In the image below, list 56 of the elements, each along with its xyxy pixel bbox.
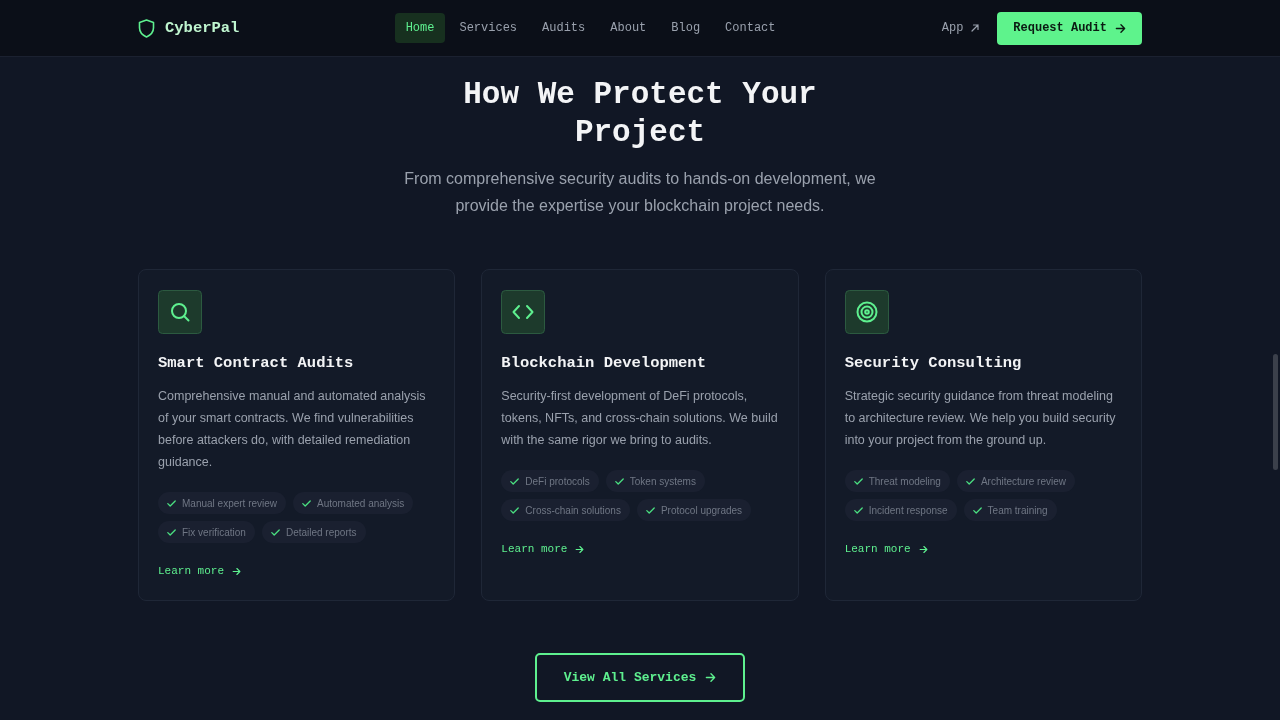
- section-title: How We Protect Your Project: [462, 76, 818, 152]
- check-icon: [167, 499, 176, 507]
- check-icon: [972, 506, 982, 514]
- check-icon: [853, 477, 863, 485]
- feature-label: Protocol upgrades: [660, 504, 743, 516]
- feature-label: Fix verification: [182, 526, 246, 538]
- nav-link[interactable]: Home: [394, 13, 446, 43]
- check-icon: [510, 506, 520, 514]
- request-audit-button[interactable]: Request Audit: [997, 11, 1142, 45]
- section-subtitle: From comprehensive security audits to hands-on development, we provide the expertise your blockchain project needs.: [403, 169, 877, 216]
- shield-icon: [138, 18, 155, 38]
- scrollbar-thumb[interactable]: [1273, 354, 1278, 470]
- card-title: Blockchain Development: [501, 353, 706, 374]
- target-icon: [844, 290, 889, 334]
- app-link[interactable]: App: [941, 21, 980, 35]
- feature-label: Cross-chain solutions: [525, 504, 621, 516]
- card-description: Strategic security guidance from threat modeling to architecture review. We help you build security into your project from the ground up.: [844, 388, 1117, 449]
- arrow-up-right-icon: [971, 24, 980, 32]
- feature-label: Detailed reports: [285, 526, 357, 538]
- check-icon: [853, 506, 863, 514]
- card-title: Smart Contract Audits: [158, 353, 354, 374]
- nav-link[interactable]: About: [599, 13, 658, 43]
- feature-label: Architecture review: [980, 475, 1066, 487]
- nav-link[interactable]: Contact: [714, 13, 787, 43]
- check-icon: [965, 477, 975, 485]
- arrow-right-icon: [1115, 22, 1126, 34]
- check-icon: [302, 499, 312, 507]
- check-icon: [614, 477, 624, 485]
- arrow-right-icon: [705, 672, 717, 683]
- learn-more-link[interactable]: Learn more: [501, 543, 585, 555]
- nav-link[interactable]: Blog: [660, 13, 712, 43]
- feature-label: DeFi protocols: [525, 475, 590, 487]
- code-icon: [501, 290, 546, 334]
- card-title: Security Consulting: [844, 353, 1022, 374]
- learn-more-link[interactable]: Learn more: [158, 565, 241, 577]
- arrow-right-icon: [232, 566, 241, 576]
- nav-link[interactable]: Services: [448, 13, 529, 43]
- feature-label: Token systems: [629, 475, 696, 487]
- feature-label: Team training: [987, 504, 1048, 516]
- search-icon: [158, 290, 202, 334]
- card-description: Security-first development of DeFi protocols, tokens, NFTs, and cross-chain solutions. We build with the same rigor we bring to audits.: [501, 388, 779, 449]
- nav-link[interactable]: Audits: [531, 13, 597, 43]
- feature-label: Manual expert review: [182, 497, 278, 509]
- learn-more-link[interactable]: Learn more: [844, 543, 928, 555]
- check-icon: [270, 528, 280, 536]
- check-icon: [167, 528, 176, 536]
- feature-label: Automated analysis: [317, 497, 405, 509]
- feature-label: Threat modeling: [868, 475, 941, 487]
- feature-label: Incident response: [868, 504, 948, 516]
- logo-text[interactable]: CyberPal: [165, 19, 240, 37]
- check-icon: [510, 477, 520, 485]
- arrow-right-icon: [575, 544, 585, 554]
- view-all-services-button[interactable]: View All Services: [534, 653, 746, 702]
- check-icon: [645, 506, 655, 514]
- card-description: Comprehensive manual and automated analysis of your smart contracts. We find vulnerabilities before attackers do, with detailed remediation guidance.: [158, 388, 427, 471]
- arrow-right-icon: [918, 544, 928, 554]
